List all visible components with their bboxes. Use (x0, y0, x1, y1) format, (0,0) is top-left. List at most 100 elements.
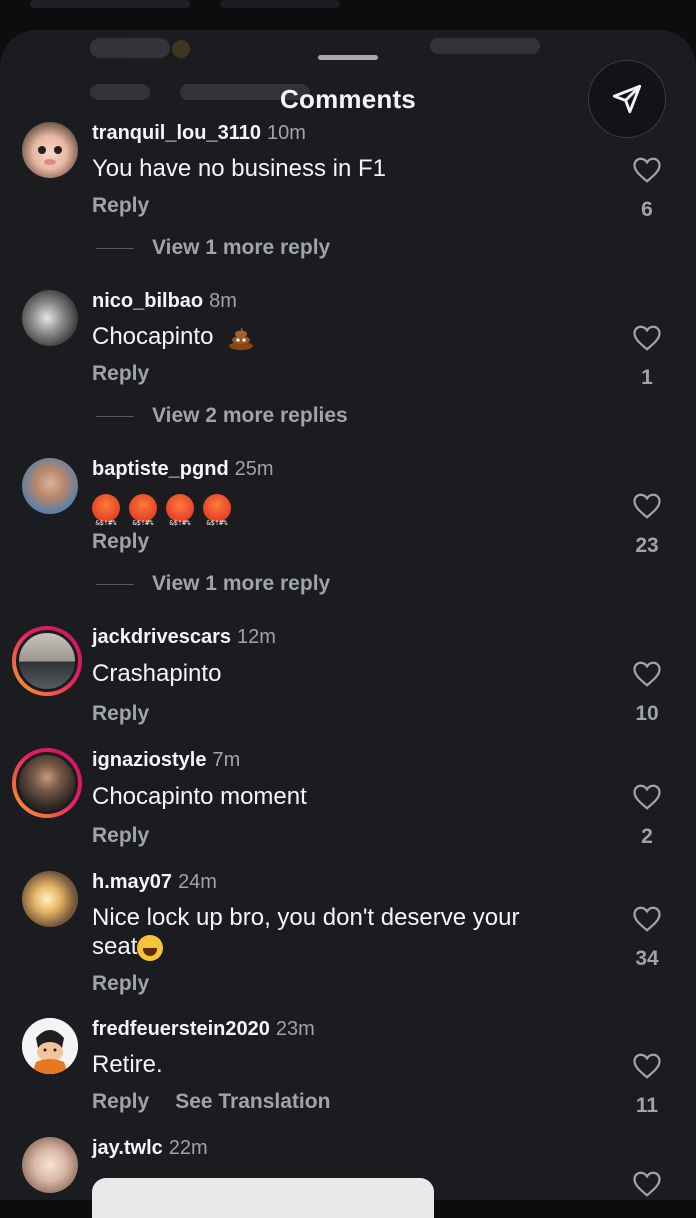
timestamp: 22m (168, 1137, 208, 1159)
background-blur (220, 0, 340, 8)
like-button[interactable]: 34 (628, 905, 666, 971)
like-button[interactable]: 11 (628, 1052, 666, 1118)
comment-text (92, 492, 240, 538)
comment-header: jay.twlc 22m (92, 1137, 208, 1160)
avatar-image (38, 146, 62, 165)
comment-actions: Reply (92, 702, 149, 726)
heart-icon (633, 1171, 661, 1197)
timestamp: 24m (178, 871, 217, 893)
share-button[interactable] (588, 60, 666, 138)
avatar-image (22, 1018, 78, 1074)
reply-button[interactable]: Reply (92, 972, 149, 995)
like-button[interactable] (628, 1170, 666, 1198)
drag-handle[interactable] (318, 55, 378, 60)
like-count: 6 (641, 198, 653, 221)
timestamp: 10m (266, 122, 306, 144)
username[interactable]: nico_bilbao (92, 290, 203, 312)
heart-icon (633, 157, 661, 183)
comment-header: tranquil_lou_3110 10m (92, 122, 306, 145)
comment-text: Retire. (92, 1051, 163, 1078)
comment-header: ignaziostyle 7m (92, 749, 240, 772)
avatar (16, 752, 78, 814)
reply-button[interactable]: Reply (92, 530, 149, 553)
like-count: 1 (641, 366, 653, 389)
comment-text-content: seat (92, 933, 138, 960)
avatar[interactable] (22, 871, 78, 927)
avatar[interactable] (22, 1137, 78, 1193)
view-more-label: View 2 more replies (152, 404, 348, 427)
reply-button[interactable]: Reply (92, 824, 149, 847)
username[interactable]: ignaziostyle (92, 749, 206, 771)
comment-actions: Reply (92, 194, 149, 218)
comment-header: fredfeuerstein2020 23m (92, 1018, 315, 1041)
comment-text: Crashapinto (92, 660, 222, 687)
comment-text: Chocapinto (92, 322, 254, 351)
blur-block (90, 38, 170, 58)
reply-button[interactable]: Reply (92, 362, 149, 385)
reply-button[interactable]: Reply (92, 194, 149, 217)
comment-text-line: Nice lock up bro, you don't deserve your (92, 904, 520, 931)
reply-button[interactable]: Reply (92, 702, 149, 725)
like-button[interactable]: 23 (628, 492, 666, 558)
comment-actions: Reply (92, 530, 149, 554)
view-more-replies[interactable]: View 2 more replies (96, 404, 348, 428)
comment-text: You have no business in F1 (92, 155, 386, 182)
like-button[interactable]: 10 (628, 660, 666, 726)
comment-actions: Reply (92, 824, 149, 848)
angry-emoji-icon (166, 493, 194, 538)
username[interactable]: jay.twlc (92, 1137, 163, 1159)
heart-icon (633, 661, 661, 687)
comment-header: jackdrivescars 12m (92, 626, 276, 649)
like-count: 34 (635, 947, 659, 970)
username[interactable]: baptiste_pgnd (92, 458, 229, 480)
view-more-replies[interactable]: View 1 more reply (96, 572, 330, 596)
like-button[interactable]: 1 (628, 324, 666, 390)
angry-emoji-icon (92, 493, 120, 538)
heart-icon (633, 1053, 661, 1079)
like-button[interactable]: 6 (628, 156, 666, 222)
see-translation-button[interactable]: See Translation (175, 1090, 330, 1113)
comment-header: baptiste_pgnd 25m (92, 458, 274, 481)
timestamp: 8m (209, 290, 237, 312)
view-more-replies[interactable]: View 1 more reply (96, 236, 330, 260)
view-more-label: View 1 more reply (152, 572, 331, 595)
like-count: 23 (635, 534, 659, 557)
avatar[interactable] (22, 122, 78, 178)
divider (96, 415, 134, 417)
heart-icon (633, 493, 661, 519)
comment-header: nico_bilbao 8m (92, 290, 237, 313)
laughing-emoji-icon (137, 934, 164, 961)
like-count: 11 (635, 1094, 659, 1117)
comment-text: Chocapinto moment (92, 783, 307, 810)
reply-button[interactable]: Reply (92, 1090, 149, 1113)
comment-actions: Reply (92, 362, 149, 386)
comment-text: Nice lock up bro, you don't deserve your… (92, 903, 519, 961)
timestamp: 23m (275, 1018, 315, 1040)
blur-block (430, 38, 540, 54)
username[interactable]: fredfeuerstein2020 (92, 1018, 270, 1040)
send-icon (612, 84, 642, 114)
avatar[interactable] (22, 458, 78, 514)
timestamp: 7m (212, 749, 241, 771)
comment-header: h.may07 24m (92, 871, 217, 894)
username[interactable]: jackdrivescars (92, 626, 231, 648)
comment-text-content: Chocapinto (92, 323, 214, 350)
avatar-story-ring[interactable] (12, 626, 82, 696)
poop-emoji-icon (229, 326, 254, 350)
avatar[interactable] (22, 290, 78, 346)
avatar (16, 630, 78, 692)
username[interactable]: h.may07 (92, 871, 172, 893)
username[interactable]: tranquil_lou_3110 (92, 122, 261, 144)
like-count: 10 (635, 702, 659, 725)
blur-block (172, 40, 190, 58)
like-count: 2 (641, 825, 653, 848)
avatar[interactable] (22, 1018, 78, 1074)
comment-text-line: seat (92, 932, 519, 961)
avatar-story-ring[interactable] (12, 748, 82, 818)
heart-icon (633, 906, 661, 932)
comment-image[interactable] (92, 1178, 434, 1218)
like-button[interactable]: 2 (628, 783, 666, 849)
heart-icon (633, 784, 661, 810)
background-blur (30, 0, 190, 8)
timestamp: 12m (237, 626, 276, 648)
